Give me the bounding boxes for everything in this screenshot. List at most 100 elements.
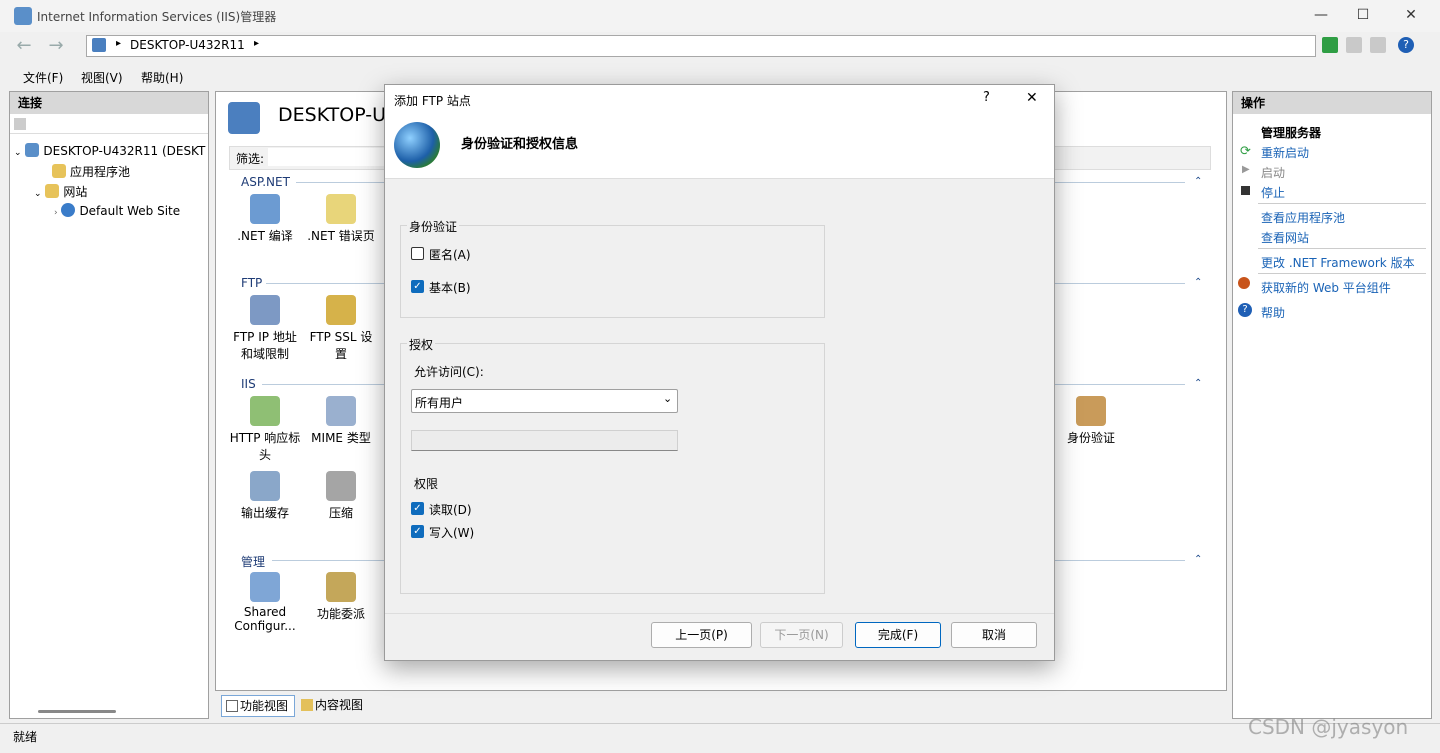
web-platform-icon — [1238, 277, 1250, 289]
feature-output-cache[interactable]: 输出缓存 — [227, 471, 303, 521]
manage-server-heading: 管理服务器 — [1261, 126, 1322, 140]
menu-view[interactable]: 视图(V) — [81, 69, 123, 86]
read-checkbox[interactable]: ✓ — [411, 502, 424, 515]
chevron-up-icon[interactable]: ⌃ — [1194, 176, 1202, 187]
feature-ftp-ssl[interactable]: FTP SSL 设 置 — [303, 295, 379, 362]
tab-label: 内容视图 — [315, 698, 364, 712]
anonymous-label[interactable]: 匿名(A) — [429, 246, 471, 263]
connections-toolbar — [10, 114, 208, 134]
chevron-down-icon[interactable]: ⌄ — [14, 148, 22, 158]
chevron-up-icon[interactable]: ⌃ — [1194, 554, 1202, 565]
tab-feature-view[interactable]: 功能视图 — [221, 695, 295, 717]
get-web-components-link[interactable]: 获取新的 Web 平台组件 — [1261, 279, 1391, 296]
write-label[interactable]: 写入(W) — [429, 524, 474, 541]
feature-delegation[interactable]: 功能委派 — [303, 572, 379, 622]
feature-label: Configur... — [234, 619, 296, 633]
feature-authentication[interactable]: 身份验证 — [1053, 396, 1129, 446]
tree-label-sites[interactable]: 网站 — [63, 185, 87, 199]
tree-node-server[interactable]: ⌄ DESKTOP-U432R11 (DESKT — [14, 143, 205, 158]
stop-toolbar-icon[interactable] — [1346, 37, 1362, 53]
basic-label[interactable]: 基本(B) — [429, 279, 471, 296]
feature-net-error-pages[interactable]: .NET 错误页 — [303, 194, 379, 244]
divider — [1055, 560, 1185, 561]
help-toolbar-icon[interactable]: ? — [1398, 37, 1414, 53]
permissions-label: 权限 — [414, 477, 439, 491]
lock-icon — [326, 295, 356, 325]
finish-button[interactable]: 完成(F) — [855, 622, 941, 648]
feature-net-compile[interactable]: .NET 编译 — [227, 194, 303, 244]
mime-icon — [326, 396, 356, 426]
feature-http-headers[interactable]: HTTP 响应标 头 — [227, 396, 303, 463]
dialog-help-button[interactable]: ? — [983, 90, 990, 105]
address-path[interactable]: DESKTOP-U432R11 — [130, 38, 245, 52]
compile-icon — [250, 194, 280, 224]
tree-node-sites[interactable]: ⌄ 网站 — [34, 183, 87, 200]
section-iis: IIS — [241, 377, 256, 391]
feature-label: HTTP 响应标 — [229, 431, 301, 445]
chevron-up-icon[interactable]: ⌃ — [1194, 277, 1202, 288]
status-bar — [0, 723, 1440, 753]
feature-label: 身份验证 — [1066, 431, 1115, 445]
server-tree-icon — [25, 143, 40, 157]
filter-input[interactable] — [268, 148, 388, 166]
minimize-button[interactable]: — — [1298, 0, 1344, 32]
output-cache-icon — [250, 471, 280, 501]
forward-arrow-icon[interactable]: → — [42, 35, 70, 57]
tree-node-default-site[interactable]: › Default Web Site — [54, 203, 180, 218]
stop-link[interactable]: 停止 — [1261, 184, 1285, 201]
tab-content-view[interactable]: 内容视图 — [299, 695, 373, 717]
actions-title: 操作 — [1233, 92, 1431, 114]
horizontal-scrollbar[interactable] — [38, 710, 116, 713]
feature-shared-config[interactable]: Shared Configur... — [227, 572, 303, 633]
address-bar[interactable] — [86, 35, 1316, 57]
chevron-up-icon[interactable]: ⌃ — [1194, 378, 1202, 389]
menu-file[interactable]: 文件(F) — [23, 69, 63, 86]
divider — [1258, 273, 1426, 274]
stop-icon — [1241, 186, 1250, 195]
view-sites-link[interactable]: 查看网站 — [1261, 229, 1309, 246]
restart-link[interactable]: 重新启动 — [1261, 144, 1309, 161]
close-window-button[interactable]: ✕ — [1388, 0, 1434, 32]
chevron-right-icon[interactable]: › — [54, 208, 58, 218]
refresh-toolbar-icon[interactable] — [1322, 37, 1338, 53]
back-arrow-icon[interactable]: ← — [10, 35, 38, 57]
read-label[interactable]: 读取(D) — [429, 501, 472, 518]
tree-label-app-pools[interactable]: 应用程序池 — [70, 165, 130, 179]
start-link: 启动 — [1261, 166, 1286, 180]
divider — [266, 283, 386, 284]
basic-checkbox[interactable]: ✓ — [411, 280, 424, 293]
address-separator-end[interactable]: ▸ — [254, 38, 259, 49]
cancel-button[interactable]: 取消 — [951, 622, 1037, 648]
chevron-down-icon: ⌄ — [663, 392, 673, 405]
dialog-close-button[interactable]: ✕ — [1026, 90, 1038, 106]
feature-compression[interactable]: 压缩 — [303, 471, 379, 521]
tree-label-server[interactable]: DESKTOP-U432R11 (DESKT — [43, 144, 205, 158]
home-toolbar-icon[interactable] — [1370, 37, 1386, 53]
help-link[interactable]: 帮助 — [1261, 304, 1285, 321]
maximize-button[interactable]: ☐ — [1340, 0, 1386, 32]
connect-icon[interactable] — [14, 118, 26, 130]
connections-title: 连接 — [10, 92, 208, 114]
tree-label-default-site[interactable]: Default Web Site — [79, 204, 180, 218]
divider — [1055, 384, 1185, 385]
delegation-icon — [326, 572, 356, 602]
compression-icon — [326, 471, 356, 501]
restart-icon: ⟳ — [1240, 144, 1251, 159]
write-checkbox[interactable]: ✓ — [411, 525, 424, 538]
iis-app-icon — [14, 7, 32, 25]
window-title: Internet Information Services (IIS)管理器 — [37, 10, 277, 24]
add-ftp-site-dialog: 添加 FTP 站点 ? ✕ 身份验证和授权信息 身份验证 匿名(A) ✓ 基本(… — [384, 84, 1055, 661]
allow-access-select[interactable]: 所有用户 ⌄ — [411, 389, 678, 413]
menu-help[interactable]: 帮助(H) — [141, 69, 183, 86]
view-app-pools-link[interactable]: 查看应用程序池 — [1261, 209, 1345, 226]
previous-button[interactable]: 上一页(P) — [651, 622, 752, 648]
feature-ftp-ip[interactable]: FTP IP 地址 和域限制 — [227, 295, 303, 362]
change-net-version-link[interactable]: 更改 .NET Framework 版本 — [1261, 254, 1415, 271]
anonymous-checkbox[interactable] — [411, 247, 424, 260]
divider — [262, 384, 386, 385]
authorization-groupbox — [400, 343, 825, 594]
chevron-down-icon[interactable]: ⌄ — [34, 189, 42, 199]
feature-mime-types[interactable]: MIME 类型 — [303, 396, 379, 446]
tree-node-app-pools[interactable]: 应用程序池 — [52, 163, 130, 180]
feature-label: 输出缓存 — [240, 506, 289, 520]
